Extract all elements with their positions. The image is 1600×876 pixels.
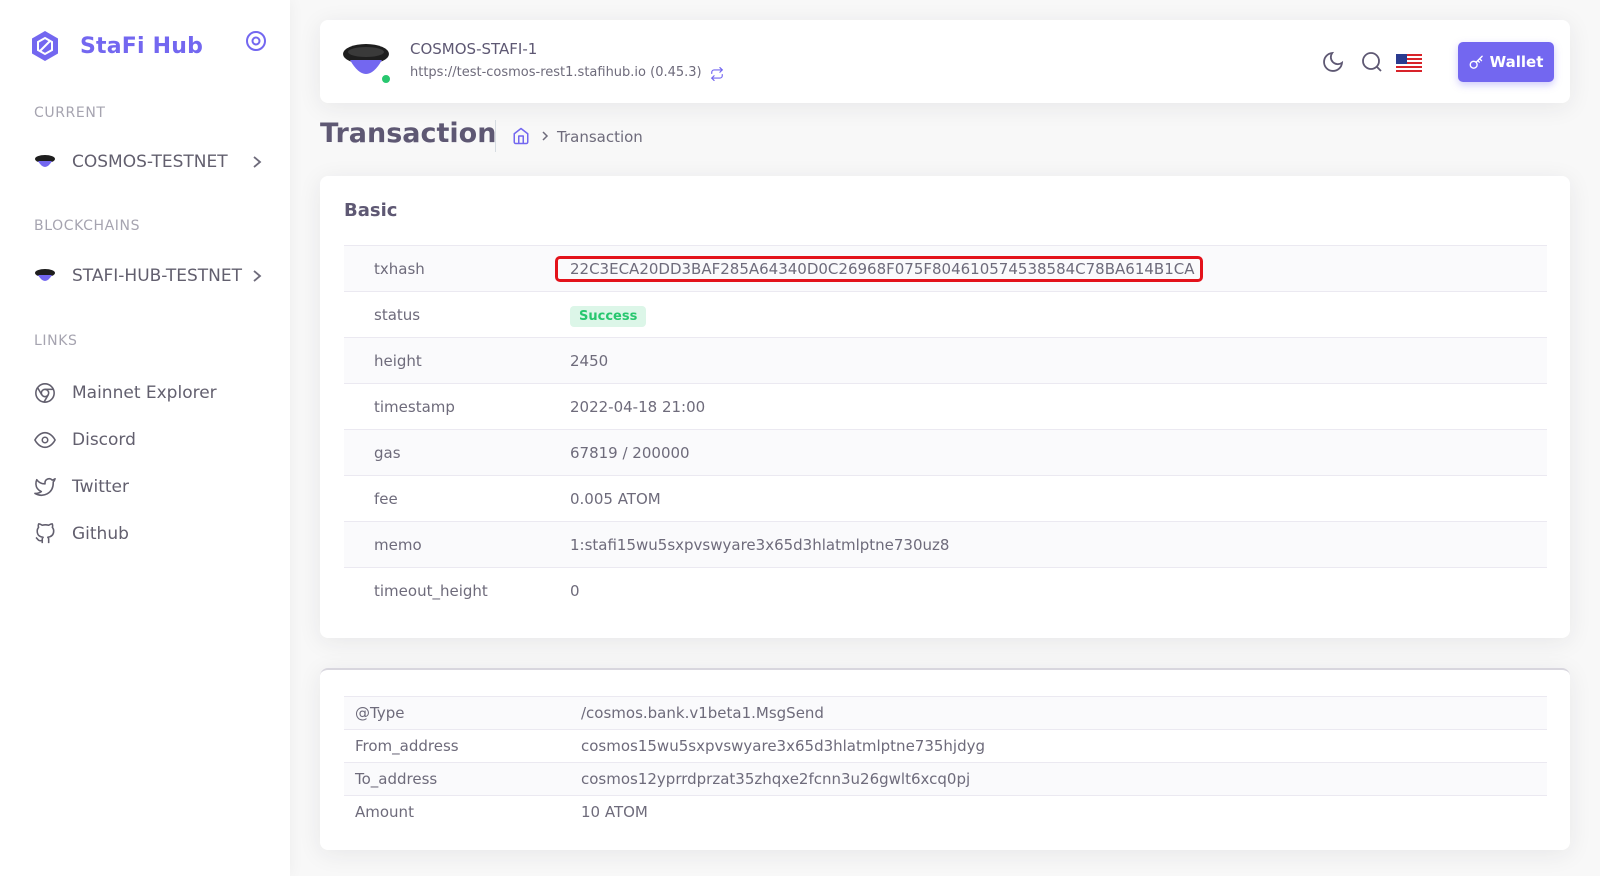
eye-icon bbox=[34, 431, 56, 449]
chain-avatar-icon bbox=[35, 269, 55, 281]
section-title-current: CURRENT bbox=[34, 105, 106, 121]
row-key: fee bbox=[374, 489, 398, 508]
row-key: timestamp bbox=[374, 397, 455, 416]
chrome-icon bbox=[35, 383, 55, 403]
chain-url: https://test-cosmos-rest1.stafihub.io (0… bbox=[410, 64, 724, 81]
sidebar-item-twitter[interactable]: Twitter bbox=[34, 470, 264, 504]
row-key: timeout_height bbox=[374, 581, 488, 600]
search-icon[interactable] bbox=[1360, 50, 1384, 74]
sidebar-item-label: Twitter bbox=[72, 477, 129, 497]
row-key: @Type bbox=[355, 704, 405, 722]
table-row: timestamp 2022-04-18 21:00 bbox=[344, 383, 1547, 429]
wallet-button-label: Wallet bbox=[1489, 53, 1544, 71]
row-value: /cosmos.bank.v1beta1.MsgSend bbox=[581, 704, 824, 722]
home-icon[interactable] bbox=[512, 127, 530, 145]
card-title: Basic bbox=[344, 200, 398, 221]
chain-avatar-icon bbox=[35, 155, 55, 167]
table-row: Amount 10 ATOM bbox=[344, 795, 1547, 828]
row-value: 0 bbox=[570, 581, 580, 600]
table-row: txhash 22C3ECA20DD3BAF285A64340D0C26968F… bbox=[344, 245, 1547, 291]
page-title: Transaction bbox=[320, 118, 497, 149]
chain-name: COSMOS-STAFI-1 bbox=[410, 40, 538, 58]
stafi-logo-icon bbox=[32, 31, 58, 61]
sidebar-item-label: COSMOS-TESTNET bbox=[72, 152, 228, 172]
key-icon bbox=[1469, 55, 1483, 69]
table-row: To_address cosmos12yprrdprzat35zhqxe2fcn… bbox=[344, 762, 1547, 795]
us-flag-icon[interactable] bbox=[1396, 54, 1422, 72]
row-value: cosmos15wu5sxpvswyare3x65d3hlatmlptne735… bbox=[581, 737, 986, 755]
row-value: 1:stafi15wu5sxpvswyare3x65d3hlatmlptne73… bbox=[570, 535, 950, 554]
chevron-right-icon bbox=[542, 131, 549, 141]
basic-table: txhash 22C3ECA20DD3BAF285A64340D0C26968F… bbox=[344, 245, 1547, 613]
sidebar-item-label: Discord bbox=[72, 430, 136, 450]
row-key: gas bbox=[374, 443, 401, 462]
row-key: To_address bbox=[355, 770, 438, 788]
top-navbar: COSMOS-STAFI-1 https://test-cosmos-rest1… bbox=[320, 20, 1570, 103]
sidebar-item-current-chain[interactable]: COSMOS-TESTNET bbox=[34, 145, 264, 179]
brand[interactable]: StaFi Hub bbox=[28, 28, 203, 64]
moon-icon[interactable] bbox=[1321, 50, 1345, 74]
row-value: 2022-04-18 21:00 bbox=[570, 397, 706, 416]
chevron-right-icon bbox=[253, 156, 262, 168]
table-row: memo 1:stafi15wu5sxpvswyare3x65d3hlatmlp… bbox=[344, 521, 1547, 567]
section-title-links: LINKS bbox=[34, 333, 78, 349]
txhash-value: 22C3ECA20DD3BAF285A64340D0C26968F075F804… bbox=[555, 255, 1204, 282]
table-row: From_address cosmos15wu5sxpvswyare3x65d3… bbox=[344, 729, 1547, 762]
brand-name: StaFi Hub bbox=[80, 33, 204, 59]
table-row: height 2450 bbox=[344, 337, 1547, 383]
sidebar: StaFi Hub CURRENT COSMOS-TESTNET BLOCKCH… bbox=[0, 0, 290, 876]
row-key: From_address bbox=[355, 737, 459, 755]
chevron-right-icon bbox=[253, 270, 262, 282]
table-row: timeout_height 0 bbox=[344, 567, 1547, 613]
chain-avatar-icon bbox=[343, 44, 392, 85]
sidebar-item-label: Github bbox=[72, 524, 129, 544]
section-title-blockchains: BLOCKCHAINS bbox=[34, 218, 141, 234]
chain-url-text: https://test-cosmos-rest1.stafihub.io (0… bbox=[410, 65, 702, 80]
status-badge: Success bbox=[570, 305, 647, 327]
row-key: memo bbox=[374, 535, 422, 554]
collapse-toggle-icon[interactable] bbox=[244, 29, 268, 53]
sidebar-item-stafi-hub-testnet[interactable]: STAFI-HUB-TESTNET bbox=[34, 259, 264, 293]
breadcrumb-current: Transaction bbox=[557, 128, 643, 146]
table-row: @Type /cosmos.bank.v1beta1.MsgSend bbox=[344, 696, 1547, 729]
breadcrumb-divider bbox=[495, 120, 496, 152]
refresh-icon[interactable] bbox=[710, 67, 724, 81]
row-value: 0.005 ATOM bbox=[570, 489, 661, 508]
row-key: Amount bbox=[355, 803, 414, 821]
sidebar-item-label: STAFI-HUB-TESTNET bbox=[72, 266, 243, 286]
table-row: gas 67819 / 200000 bbox=[344, 429, 1547, 475]
twitter-icon bbox=[34, 477, 56, 496]
sidebar-item-discord[interactable]: Discord bbox=[34, 423, 264, 457]
table-row: fee 0.005 ATOM bbox=[344, 475, 1547, 521]
row-value: cosmos12yprrdprzat35zhqxe2fcnn3u26gwlt6x… bbox=[581, 770, 971, 788]
github-icon bbox=[35, 523, 55, 544]
wallet-button[interactable]: Wallet bbox=[1458, 42, 1554, 82]
row-value: 67819 / 200000 bbox=[570, 443, 690, 462]
message-table: @Type /cosmos.bank.v1beta1.MsgSend From_… bbox=[344, 696, 1547, 828]
basic-card: Basic txhash 22C3ECA20DD3BAF285A64340D0C… bbox=[320, 176, 1570, 638]
sidebar-item-label: Mainnet Explorer bbox=[72, 383, 217, 403]
sidebar-item-mainnet-explorer[interactable]: Mainnet Explorer bbox=[34, 376, 264, 410]
sidebar-item-github[interactable]: Github bbox=[34, 517, 264, 551]
row-value: 10 ATOM bbox=[581, 803, 648, 821]
row-key: txhash bbox=[374, 259, 425, 278]
message-card: @Type /cosmos.bank.v1beta1.MsgSend From_… bbox=[320, 668, 1570, 850]
row-key: height bbox=[374, 351, 422, 370]
row-key: status bbox=[374, 305, 421, 324]
table-row: status Success bbox=[344, 291, 1547, 337]
height-link[interactable]: 2450 bbox=[570, 352, 608, 370]
